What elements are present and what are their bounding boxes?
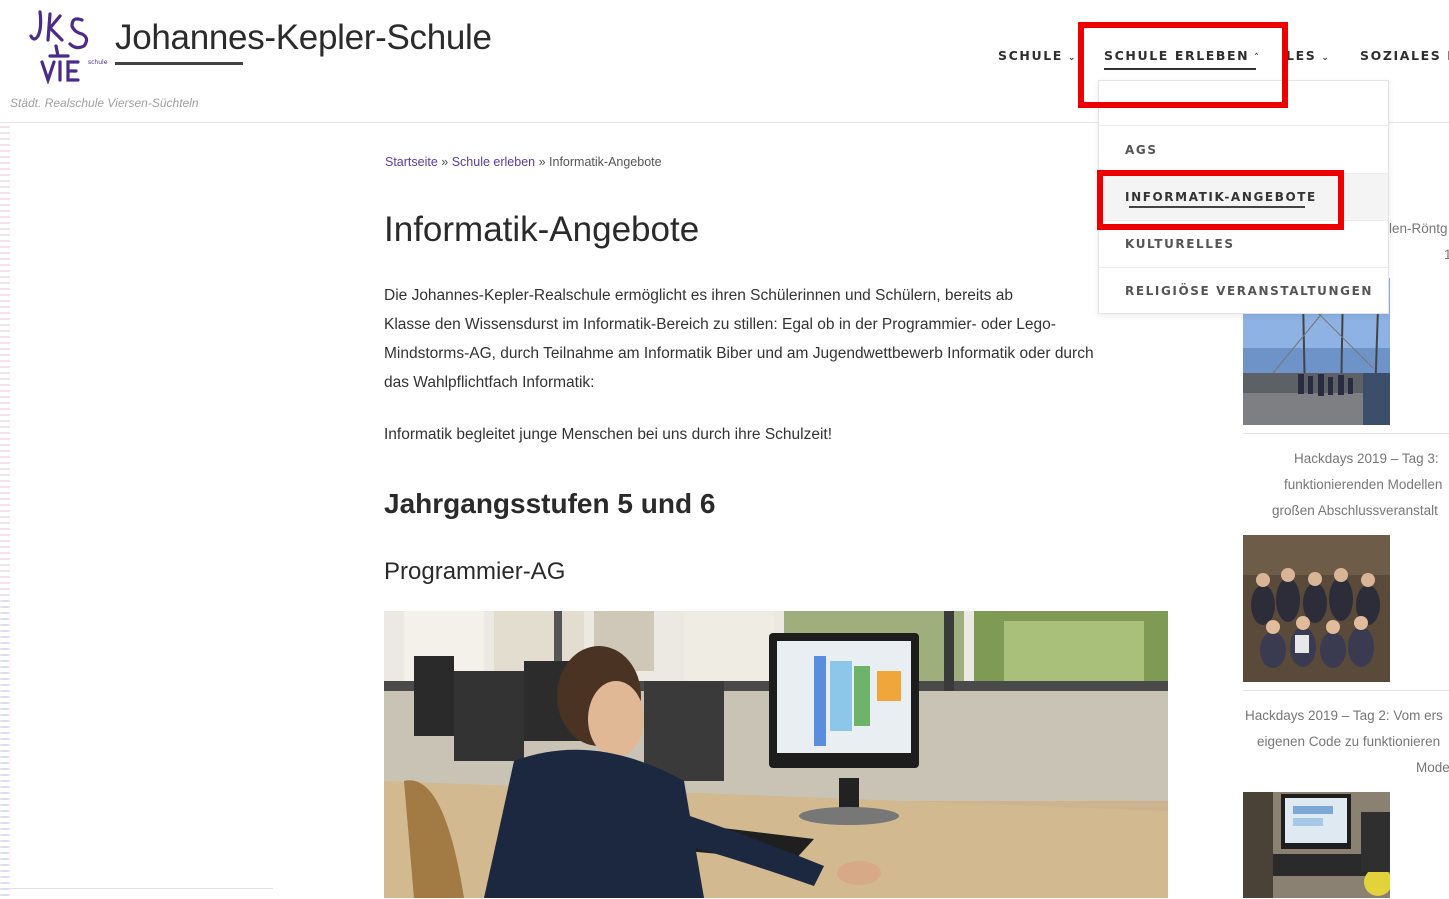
breadcrumb-separator: » <box>437 155 452 169</box>
sidebar-divider <box>1243 433 1449 434</box>
page-title: Informatik-Angebote <box>384 210 700 249</box>
intro-paragraph: Die Johannes-Kepler-Realschule ermöglich… <box>384 281 1204 397</box>
dropdown-item-ags[interactable]: AGS <box>1099 127 1388 173</box>
breadcrumb-home-link[interactable]: Startseite <box>385 155 438 169</box>
intro-line: Die Johannes-Kepler-Realschule ermöglich… <box>384 287 1013 304</box>
sidebar-post-image[interactable] <box>1243 535 1390 682</box>
programmier-ag-photo[interactable] <box>384 611 1168 898</box>
sidebar-post-title-line[interactable]: Mode <box>1416 755 1449 781</box>
dropdown-item-label: KULTURELLES <box>1125 237 1235 251</box>
sidebar-peek-text: 1 <box>1444 247 1449 262</box>
sidebar-divider <box>1243 690 1449 691</box>
nav-item-label: LES <box>1286 48 1317 63</box>
sidebar-post-title-line[interactable]: eigenen Code zu funktionieren <box>1257 729 1440 755</box>
breadcrumb-separator: » <box>535 155 550 169</box>
breadcrumb-parent-link[interactable]: Schule erleben <box>452 155 535 169</box>
site-title-underline <box>115 62 243 65</box>
tagline-paragraph: Informatik begleitet junge Menschen bei … <box>384 426 833 443</box>
dropdown-separator <box>1099 125 1388 126</box>
intro-line: Mindstorms-AG, durch Teilnahme am Inform… <box>384 345 1094 362</box>
dropdown-item-informatik-angebote[interactable]: INFORMATIK-ANGEBOTE <box>1099 174 1388 220</box>
dropdown-item-kulturelles[interactable]: KULTURELLES <box>1099 221 1388 267</box>
dropdown-item-label: INFORMATIK-ANGEBOTE <box>1125 190 1317 204</box>
nav-item-partial[interactable]: LES ⌄ <box>1286 48 1329 63</box>
footer-edge <box>8 888 273 899</box>
sidebar-peek-text[interactable]: llen-Röntg <box>1386 216 1448 242</box>
site-title[interactable]: Johannes-Kepler-Schule <box>115 18 492 58</box>
nav-item-label: SOZIALES LI <box>1360 48 1449 63</box>
site-tagline: Städt. Realschule Viersen-Süchteln <box>10 96 199 110</box>
nav-active-underline <box>1104 68 1256 70</box>
breadcrumb-current: Informatik-Angebote <box>549 155 662 169</box>
sidebar-post-title-line[interactable]: funktionierenden Modellen <box>1284 472 1442 498</box>
dropdown-item-label: RELIGIÖSE VERANSTALTUNGEN <box>1125 284 1374 298</box>
nav-item-soziales[interactable]: SOZIALES LI <box>1360 48 1449 63</box>
schule-erleben-dropdown-menu: AGS INFORMATIK-ANGEBOTE KULTURELLES RELI… <box>1098 80 1389 314</box>
sidebar-post-title-line[interactable]: großen Abschlussveranstalt <box>1272 498 1438 524</box>
dropdown-active-underline <box>1129 206 1305 208</box>
chevron-up-icon: ˄ <box>1254 53 1259 63</box>
svg-text:schule: schule <box>88 59 108 66</box>
school-logo-icon[interactable]: schule <box>28 6 108 84</box>
left-decorative-edge-blue <box>2 600 8 898</box>
section-heading: Jahrgangsstufen 5 und 6 <box>384 488 716 519</box>
nav-item-label: SCHULE ERLEBEN <box>1104 48 1250 63</box>
sidebar-post-title-line[interactable]: Hackdays 2019 – Tag 2: Vom ers <box>1245 703 1443 729</box>
breadcrumb: Startseite » Schule erleben » Informatik… <box>385 155 662 169</box>
dropdown-item-label: AGS <box>1125 143 1158 157</box>
dropdown-item-religioese-veranstaltungen[interactable]: RELIGIÖSE VERANSTALTUNGEN <box>1099 268 1388 314</box>
intro-line: Klasse den Wissensdurst im Informatik-Be… <box>384 316 1056 333</box>
sidebar-post-image[interactable] <box>1243 792 1390 898</box>
nav-item-schule[interactable]: SCHULE ⌄ <box>998 48 1075 63</box>
nav-item-label: SCHULE <box>998 48 1063 63</box>
sidebar-post-title-line[interactable]: Hackdays 2019 – Tag 3: <box>1294 446 1439 472</box>
nav-item-schule-erleben[interactable]: SCHULE ERLEBEN ˄ <box>1104 48 1259 63</box>
chevron-down-icon: ⌄ <box>1067 53 1076 63</box>
subsection-heading: Programmier-AG <box>384 558 566 585</box>
intro-line: das Wahlpflichtfach Informatik: <box>384 374 595 391</box>
chevron-down-icon: ⌄ <box>1321 53 1329 63</box>
